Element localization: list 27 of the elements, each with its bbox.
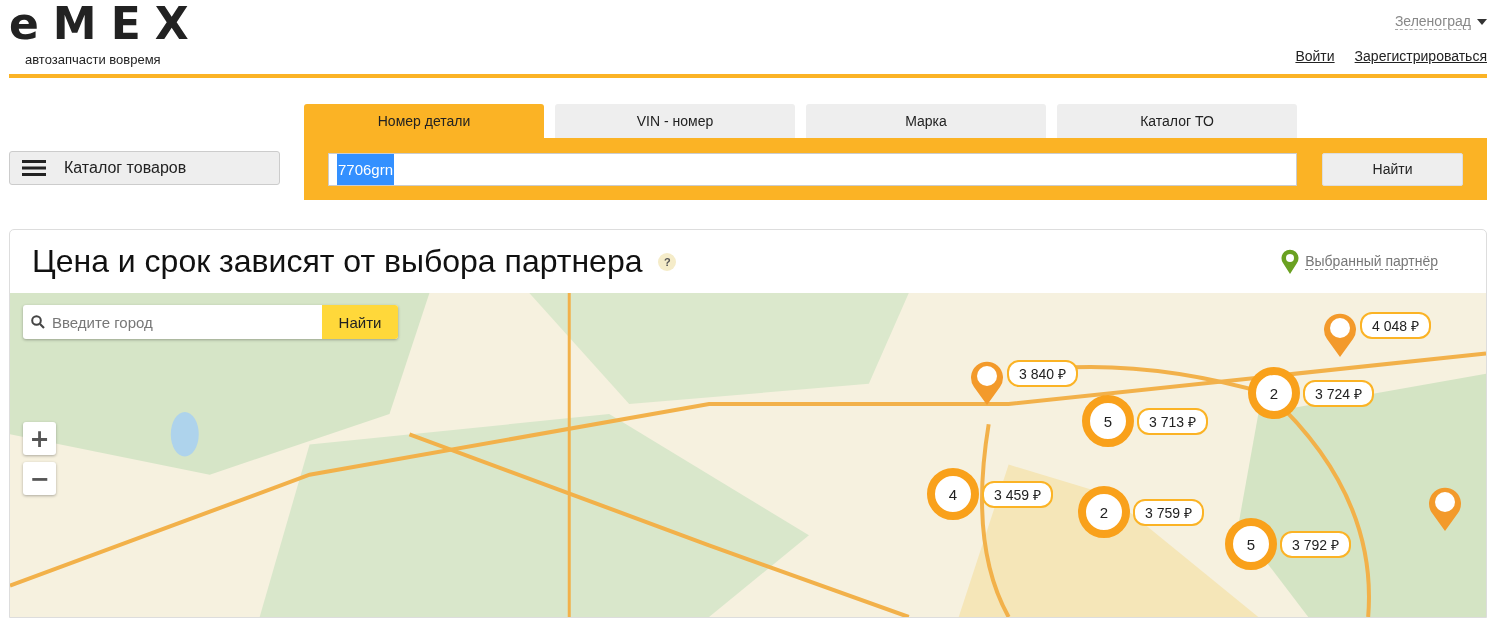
zoom-in-button[interactable]: + <box>23 422 56 455</box>
header-link[interactable]: Войти <box>1295 48 1335 64</box>
search-tab[interactable]: Каталог ТО <box>1057 104 1297 138</box>
map-pin-icon[interactable] <box>1428 486 1462 532</box>
search-icon <box>31 315 45 329</box>
selected-partner-link[interactable]: Выбранный партнёр <box>1305 253 1438 270</box>
zoom-out-button[interactable]: − <box>23 462 56 495</box>
menu-icon <box>22 160 46 176</box>
search-tab[interactable]: Марка <box>806 104 1046 138</box>
map-pin-icon[interactable] <box>970 360 1004 406</box>
city-search-field[interactable]: Введите город Найти <box>23 305 398 339</box>
header-link[interactable]: Зарегистрироваться <box>1354 48 1487 64</box>
map-pin-icon <box>1281 248 1300 275</box>
section-title: Цена и срок зависят от выбора партнера <box>32 243 643 280</box>
logo[interactable]: eMEX <box>9 4 203 44</box>
catalog-button[interactable]: Каталог товаров <box>9 151 280 185</box>
search-tab[interactable]: VIN - номер <box>555 104 795 138</box>
city-selector[interactable]: Зеленоград <box>1394 13 1471 30</box>
tagline: автозапчасти вовремя <box>25 52 162 67</box>
search-tab[interactable]: Номер детали <box>304 104 544 138</box>
map-pin-icon[interactable] <box>1323 312 1357 358</box>
city-search-button[interactable]: Найти <box>322 305 398 339</box>
search-button[interactable]: Найти <box>1322 152 1463 186</box>
caret-icon[interactable] <box>1477 18 1487 25</box>
help-icon[interactable]: ? <box>658 252 677 271</box>
price-label[interactable]: 3 840 ₽ <box>1007 360 1078 387</box>
price-label[interactable]: 4 048 ₽ <box>1360 312 1431 339</box>
